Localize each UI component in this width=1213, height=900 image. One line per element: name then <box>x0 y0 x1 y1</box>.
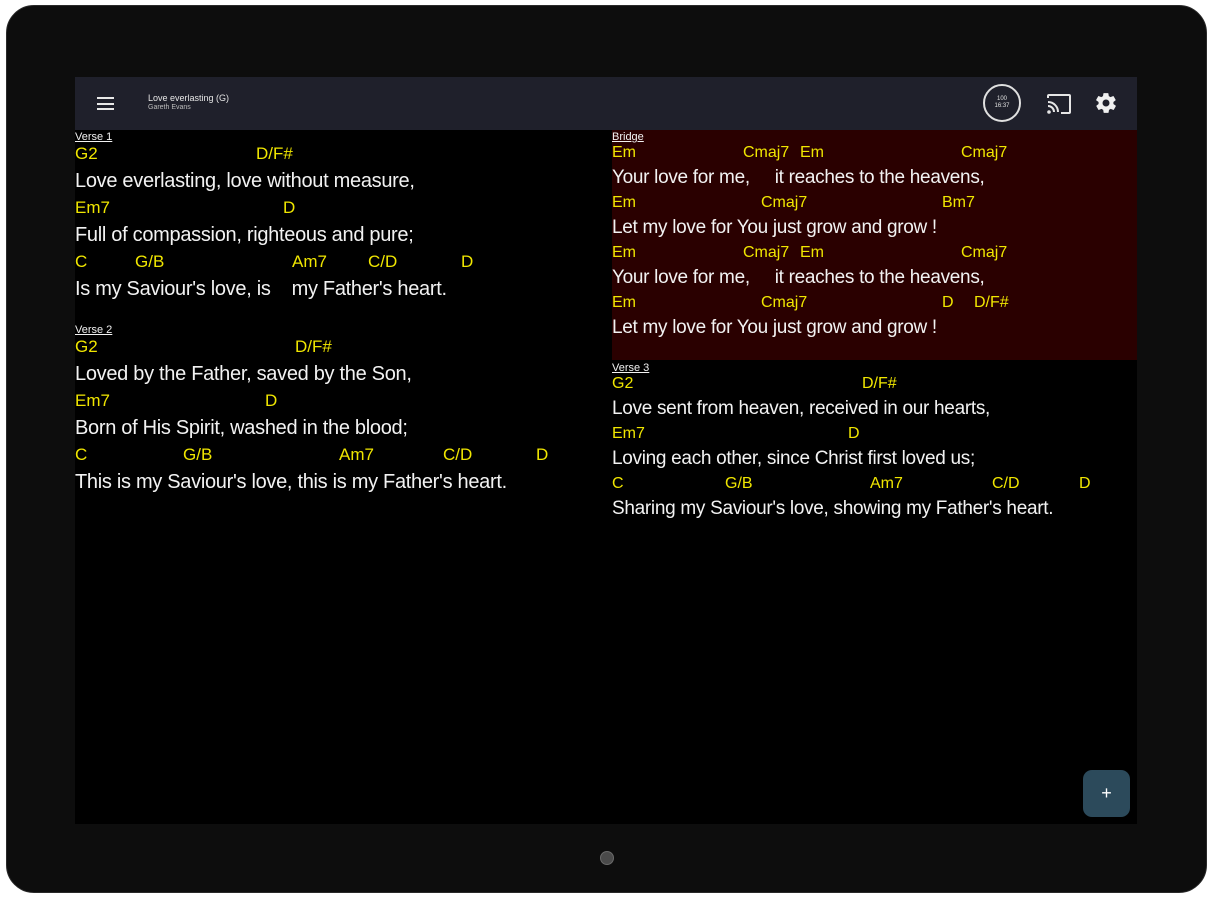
chord: D <box>461 252 474 271</box>
chord: Am7 <box>339 445 374 464</box>
chord-line: G2 D/F# <box>75 144 605 164</box>
chord: G2 <box>75 337 98 356</box>
chord-line: C G/B Am7 C/D D <box>75 252 605 272</box>
chord: D <box>283 198 296 217</box>
song-title: Love everlasting (G) <box>148 93 230 103</box>
section-bridge: Bridge Em Cmaj7 Em Cmaj7 Your love for m… <box>612 130 1137 360</box>
top-toolbar: Love everlasting (G) Gareth Evans 100 16… <box>75 77 1137 130</box>
chord-line: G2 D/F# <box>612 375 1137 393</box>
chord: Em7 <box>612 425 645 442</box>
chord: Em <box>800 244 824 261</box>
chord-line: Em7 D <box>75 198 605 218</box>
section-verse-3: Verse 3 G2 D/F# Love sent from heaven, r… <box>612 361 1137 525</box>
lyric-line: Born of His Spirit, washed in the blood; <box>75 417 408 439</box>
chord: D <box>1079 475 1091 492</box>
lyric-line: Let my love for You just grow and grow ! <box>612 217 937 238</box>
chord: Am7 <box>292 252 327 271</box>
hamburger-menu-icon[interactable] <box>97 97 114 110</box>
chord-line: Em7 D <box>612 425 1137 443</box>
section-label: Verse 2 <box>75 324 113 336</box>
add-button[interactable]: + <box>1083 770 1130 817</box>
left-column: Verse 1 G2 D/F# Love everlasting, love w… <box>75 130 605 499</box>
chord-line: Em Cmaj7 Bm7 <box>612 194 1137 212</box>
chord: D/F# <box>974 294 1009 311</box>
chord: C/D <box>992 475 1020 492</box>
chord: D/F# <box>256 144 293 163</box>
chord: Am7 <box>870 475 903 492</box>
chord: C <box>75 252 88 271</box>
right-column: Bridge Em Cmaj7 Em Cmaj7 Your love for m… <box>612 130 1137 525</box>
chord-line: C G/B Am7 C/D D <box>75 445 605 465</box>
chord: C/D <box>368 252 398 271</box>
metronome-button[interactable]: 100 16:37 <box>983 84 1021 122</box>
chord: D <box>536 445 549 464</box>
chord-line: C G/B Am7 C/D D <box>612 475 1137 493</box>
home-button[interactable] <box>600 851 614 865</box>
lyric-line: Full of compassion, righteous and pure; <box>75 224 414 246</box>
lyric-line: This is my Saviour's love, this is my Fa… <box>75 471 507 493</box>
lyric-line: Loved by the Father, saved by the Son, <box>75 363 412 385</box>
chord: Cmaj7 <box>761 294 808 311</box>
section-verse-2: Verse 2 G2 D/F# Loved by the Father, sav… <box>75 323 605 499</box>
lyric-line: Let my love for You just grow and grow ! <box>612 317 937 338</box>
chord: D/F# <box>862 375 897 392</box>
chord: Cmaj7 <box>743 144 790 161</box>
lyric-line: Love sent from heaven, received in our h… <box>612 398 991 419</box>
section-label: Bridge <box>612 131 644 143</box>
chord-line: G2 D/F# <box>75 337 605 357</box>
chord: Cmaj7 <box>761 194 808 211</box>
chord: D <box>942 294 954 311</box>
song-artist: Gareth Evans <box>148 104 191 111</box>
chord: C <box>612 475 624 492</box>
metronome-time: 16:37 <box>994 103 1010 109</box>
chord-line: Em Cmaj7 Em Cmaj7 <box>612 244 1137 262</box>
section-label: Verse 3 <box>612 362 650 374</box>
chord: Em <box>612 294 636 311</box>
chord: Em7 <box>75 391 110 410</box>
chord: D <box>265 391 278 410</box>
chord: G/B <box>135 252 165 271</box>
chord: C <box>75 445 88 464</box>
chord: Em <box>800 144 824 161</box>
chord: Cmaj7 <box>743 244 790 261</box>
chord-line: Em Cmaj7 Em Cmaj7 <box>612 144 1137 162</box>
chord: D/F# <box>295 337 332 356</box>
section-label: Verse 1 <box>75 131 113 143</box>
chord: Cmaj7 <box>961 244 1008 261</box>
chord-line: Em7 D <box>75 391 605 411</box>
metronome-tempo: 100 <box>996 96 1007 102</box>
chord-line: Em Cmaj7 D D/F# <box>612 294 1137 312</box>
plus-icon: + <box>1101 783 1112 803</box>
chord: Cmaj7 <box>961 144 1008 161</box>
chord: G/B <box>725 475 753 492</box>
lyric-line: Is my Saviour's love, is my Father's hea… <box>75 278 447 300</box>
lyric-line: Love everlasting, love without measure, <box>75 170 415 192</box>
lyric-line: Your love for me, it reaches to the heav… <box>612 167 985 188</box>
chord: Em <box>612 194 636 211</box>
chord: Em <box>612 244 636 261</box>
chord: G2 <box>75 144 98 163</box>
lyric-line: Loving each other, since Christ first lo… <box>612 448 975 469</box>
chord: Bm7 <box>942 194 975 211</box>
chord: D <box>848 425 860 442</box>
gear-icon[interactable] <box>1094 91 1118 115</box>
cast-icon[interactable] <box>1046 93 1072 115</box>
chord: G/B <box>183 445 213 464</box>
app-screen: Love everlasting (G) Gareth Evans 100 16… <box>75 77 1137 824</box>
lyric-line: Sharing my Saviour's love, showing my Fa… <box>612 498 1054 519</box>
chord: G2 <box>612 375 634 392</box>
lyric-line: Your love for me, it reaches to the heav… <box>612 267 985 288</box>
chord: Em <box>612 144 636 161</box>
chord: C/D <box>443 445 473 464</box>
section-verse-1: Verse 1 G2 D/F# Love everlasting, love w… <box>75 130 605 306</box>
chord: Em7 <box>75 198 110 217</box>
